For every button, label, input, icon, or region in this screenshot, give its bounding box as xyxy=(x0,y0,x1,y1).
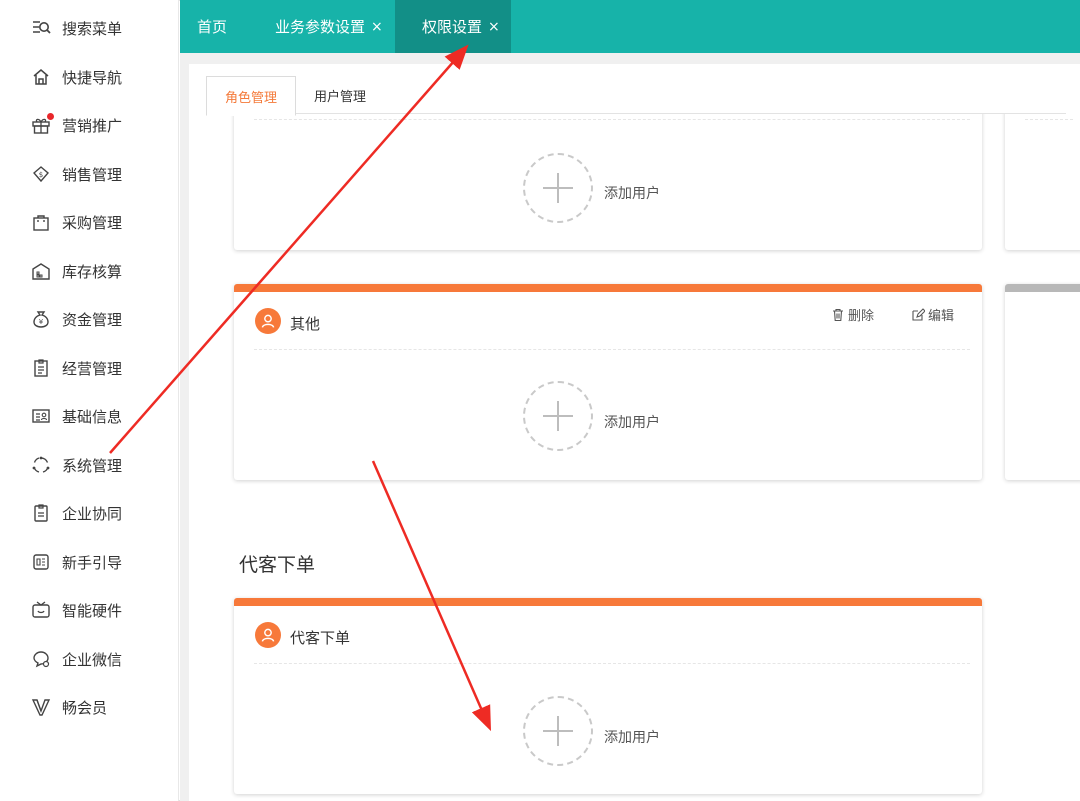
role-card-right-top xyxy=(1005,93,1080,250)
subtab-role-management[interactable]: 角色管理 xyxy=(206,76,297,116)
add-user-label[interactable]: 添加用户 xyxy=(604,727,660,747)
sidebar-item-quick-nav[interactable]: 快捷导航 xyxy=(30,62,122,92)
sidebar-item-label: 经营管理 xyxy=(62,359,123,378)
role-card-top: 添加用户 xyxy=(234,93,982,250)
section-title: 代客下单 xyxy=(239,554,316,576)
edit-label: 编辑 xyxy=(928,309,955,324)
user-icon xyxy=(255,308,281,334)
sidebar-item-operations[interactable]: 经营管理 xyxy=(30,353,122,383)
sidebar-item-label: 搜索菜单 xyxy=(62,19,123,38)
guide-icon xyxy=(30,551,52,573)
card-divider xyxy=(1025,119,1073,120)
sidebar-item-label: 库存核算 xyxy=(62,262,123,281)
sidebar-item-label: 畅会员 xyxy=(62,698,108,717)
role-card-proxy-order: 代客下单 添加用户 xyxy=(234,598,982,794)
card-divider xyxy=(254,349,970,350)
collaboration-icon xyxy=(30,502,52,524)
role-card-right-other xyxy=(1005,284,1080,480)
sidebar-item-wechat-work[interactable]: 企业微信 xyxy=(30,644,122,674)
notification-dot xyxy=(47,113,54,120)
edit-button[interactable]: 编辑 xyxy=(911,305,954,324)
subtab-bar: 角色管理 用户管理 xyxy=(206,76,384,116)
close-icon[interactable]: × xyxy=(371,19,383,35)
sidebar: 搜索菜单 快捷导航 营销推广 $ 销售管理 采购管理 库存核算 ¥ 资金管理 经… xyxy=(0,0,179,801)
add-user-button[interactable] xyxy=(523,696,593,766)
sidebar-item-label: 销售管理 xyxy=(62,165,123,184)
search-menu-icon xyxy=(30,17,52,39)
sidebar-item-guide[interactable]: 新手引导 xyxy=(30,547,122,577)
sidebar-item-collaboration[interactable]: 企业协同 xyxy=(30,498,122,528)
role-name: 代客下单 xyxy=(290,629,351,647)
sidebar-item-label: 企业微信 xyxy=(62,650,123,669)
vip-v-icon xyxy=(30,696,52,718)
sidebar-item-hardware[interactable]: 智能硬件 xyxy=(30,595,122,625)
tv-icon xyxy=(30,599,52,621)
tab-business-params[interactable]: 业务参数设置 × xyxy=(275,0,383,53)
card-accent-bar xyxy=(1005,284,1080,292)
subtab-label: 用户管理 xyxy=(314,89,367,105)
system-icon xyxy=(30,454,52,476)
sales-icon: $ xyxy=(30,163,52,185)
tab-label: 权限设置 xyxy=(422,18,483,36)
role-card-other: 其他 删除 编辑 添加用户 xyxy=(234,284,982,480)
gift-icon xyxy=(30,113,54,136)
add-user-button[interactable] xyxy=(523,153,593,223)
sidebar-item-purchase[interactable]: 采购管理 xyxy=(30,207,122,237)
chat-icon xyxy=(30,648,52,670)
card-divider xyxy=(254,663,970,664)
card-divider xyxy=(254,119,970,120)
card-accent-bar xyxy=(234,284,982,292)
add-user-label[interactable]: 添加用户 xyxy=(604,183,660,203)
role-name: 其他 xyxy=(290,315,321,333)
sidebar-item-marketing[interactable]: 营销推广 xyxy=(30,110,122,140)
warehouse-icon xyxy=(30,260,52,282)
sidebar-item-label: 企业协同 xyxy=(62,504,123,523)
close-icon[interactable]: × xyxy=(488,19,500,35)
delete-button[interactable]: 删除 xyxy=(831,305,874,324)
bag-icon xyxy=(30,211,52,233)
tab-label: 业务参数设置 xyxy=(275,18,366,36)
sidebar-item-label: 快捷导航 xyxy=(62,68,123,87)
subtab-label: 角色管理 xyxy=(225,90,278,106)
sidebar-item-inventory[interactable]: 库存核算 xyxy=(30,256,122,286)
sidebar-item-label: 营销推广 xyxy=(62,116,123,135)
svg-text:¥: ¥ xyxy=(39,318,44,326)
home-icon xyxy=(30,66,52,88)
svg-text:$: $ xyxy=(39,171,43,179)
clipboard-icon xyxy=(30,357,52,379)
sidebar-item-label: 新手引导 xyxy=(62,553,123,572)
add-user-button[interactable] xyxy=(523,381,593,451)
sidebar-item-label: 采购管理 xyxy=(62,213,123,232)
trash-icon xyxy=(833,308,843,321)
add-user-label[interactable]: 添加用户 xyxy=(604,412,660,432)
sidebar-item-label: 资金管理 xyxy=(62,310,123,329)
edit-icon xyxy=(912,307,925,321)
delete-label: 删除 xyxy=(848,309,875,324)
sidebar-item-system[interactable]: 系统管理 xyxy=(30,450,122,480)
subtab-user-management[interactable]: 用户管理 xyxy=(296,76,384,114)
tab-permission-settings[interactable]: 权限设置 × xyxy=(395,0,511,53)
content-area: 添加用户 其他 删除 编辑 添加用户 代客下单 代客下单 添加用户 角色管理 用… xyxy=(180,53,1080,801)
id-card-icon xyxy=(30,405,52,427)
tab-label: 首页 xyxy=(197,18,228,36)
tab-home[interactable]: 首页 xyxy=(197,0,227,53)
card-accent-bar xyxy=(234,598,982,606)
sidebar-item-sales[interactable]: $ 销售管理 xyxy=(30,159,122,189)
sidebar-item-basic-info[interactable]: 基础信息 xyxy=(30,401,122,431)
top-tab-bar: 首页 业务参数设置 × 权限设置 × xyxy=(180,0,1080,53)
sidebar-item-vip[interactable]: 畅会员 xyxy=(30,692,107,722)
sidebar-item-label: 系统管理 xyxy=(62,456,123,475)
sidebar-item-label: 智能硬件 xyxy=(62,601,123,620)
sidebar-item-label: 基础信息 xyxy=(62,407,123,426)
money-bag-icon: ¥ xyxy=(30,308,52,330)
sidebar-item-funds[interactable]: ¥ 资金管理 xyxy=(30,304,122,334)
sidebar-item-search-menu[interactable]: 搜索菜单 xyxy=(30,13,122,43)
user-icon xyxy=(255,622,281,648)
